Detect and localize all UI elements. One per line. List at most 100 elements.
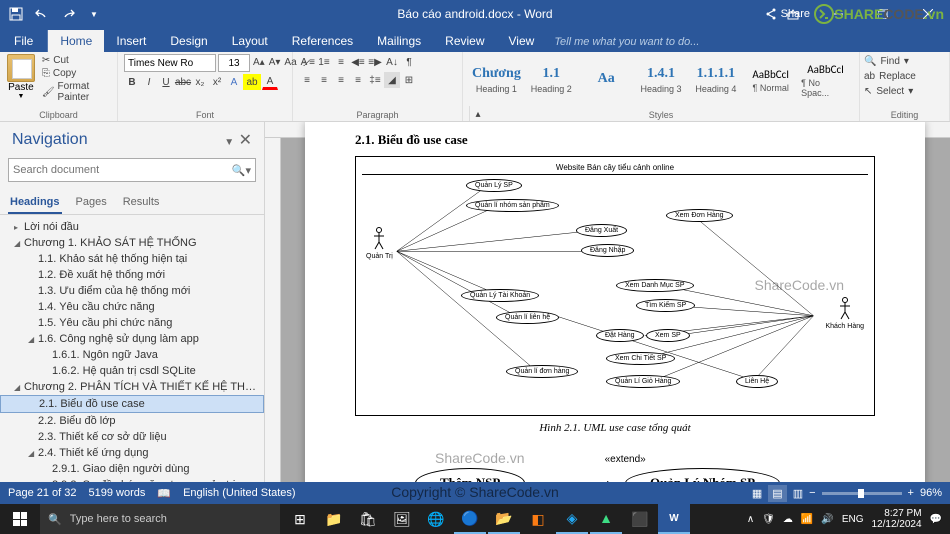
tab-design[interactable]: Design	[158, 30, 219, 52]
show-marks-button[interactable]: ¶	[401, 54, 417, 70]
tab-references[interactable]: References	[280, 30, 365, 52]
italic-button[interactable]: I	[141, 74, 157, 90]
qat-customize[interactable]: ▼	[82, 3, 106, 25]
nav-heading-item[interactable]: 1.6.1. Ngôn ngữ Java	[0, 347, 264, 363]
nav-heading-item[interactable]: 1.4. Yêu cầu chức năng	[0, 299, 264, 315]
tab-view[interactable]: View	[497, 30, 547, 52]
nav-tab-headings[interactable]: Headings	[8, 192, 62, 214]
increase-indent-button[interactable]: ≡▶	[367, 54, 383, 70]
style-¶-no-spac...[interactable]: AaBbCcI¶ No Spac...	[798, 54, 853, 106]
underline-button[interactable]: U	[158, 74, 174, 90]
nav-heading-item[interactable]: ◢2.4. Thiết kế ứng dụng	[0, 445, 264, 461]
taskbar-app-9[interactable]: ⬛	[624, 504, 656, 534]
read-mode-button[interactable]: ▦	[752, 487, 762, 500]
numbering-button[interactable]: 1≡	[316, 54, 332, 70]
style-heading-1[interactable]: ChươngHeading 1	[469, 54, 524, 106]
nav-close-button[interactable]: ✕	[239, 132, 252, 149]
format-painter-button[interactable]: 🖌Format Painter	[40, 80, 111, 104]
zoom-out-button[interactable]: −	[809, 487, 815, 499]
text-effects-button[interactable]: A	[226, 74, 242, 90]
nav-heading-item[interactable]: ▸Lời nói đầu	[0, 219, 264, 235]
bullets-button[interactable]: ⋮≡	[299, 54, 315, 70]
grow-font-button[interactable]: A▴	[252, 54, 266, 70]
superscript-button[interactable]: x²	[209, 74, 225, 90]
tell-me-search[interactable]: Tell me what you want to do...	[546, 32, 707, 52]
font-size-input[interactable]	[218, 54, 250, 72]
style-item[interactable]: Aa	[579, 54, 634, 106]
nav-heading-item[interactable]: ◢1.6. Công nghệ sử dụng làm app	[0, 331, 264, 347]
strike-button[interactable]: abc	[175, 74, 191, 90]
taskbar-android-studio[interactable]: ▲	[590, 504, 622, 534]
web-layout-button[interactable]: ▥	[793, 487, 803, 500]
taskbar-vscode[interactable]: ◈	[556, 504, 588, 534]
select-button[interactable]: ↖Select ▾	[862, 84, 947, 99]
subscript-button[interactable]: x₂	[192, 74, 208, 90]
page-status[interactable]: Page 21 of 32	[8, 487, 77, 500]
taskbar-xampp[interactable]: ◧	[522, 504, 554, 534]
nav-heading-item[interactable]: 1.6.2. Hệ quản trị csdl SQLite	[0, 363, 264, 379]
ribbon-options-button[interactable]	[770, 0, 815, 28]
nav-heading-item[interactable]: 2.3. Thiết kế cơ sở dữ liệu	[0, 429, 264, 445]
language-status[interactable]: English (United States)	[183, 487, 296, 500]
style-¶-normal[interactable]: AaBbCcI¶ Normal	[743, 54, 798, 106]
style-heading-3[interactable]: 1.4.1Heading 3	[634, 54, 689, 106]
copy-button[interactable]: ⎘Copy	[40, 67, 111, 80]
tray-wifi-icon[interactable]: 📶	[801, 514, 813, 525]
bold-button[interactable]: B	[124, 74, 140, 90]
highlight-button[interactable]: ab	[243, 74, 261, 90]
align-right-button[interactable]: ≡	[333, 72, 349, 88]
font-name-input[interactable]	[124, 54, 216, 72]
file-tab[interactable]: File	[0, 30, 48, 52]
search-icon[interactable]: 🔍▾	[232, 164, 251, 177]
taskbar-app-1[interactable]: 📁	[318, 504, 350, 534]
paste-button[interactable]: Paste ▼	[6, 54, 36, 108]
tab-layout[interactable]: Layout	[220, 30, 280, 52]
decrease-indent-button[interactable]: ◀≡	[350, 54, 366, 70]
tab-mailings[interactable]: Mailings	[365, 30, 433, 52]
tray-volume-icon[interactable]: 🔊	[821, 514, 833, 525]
justify-button[interactable]: ≡	[350, 72, 366, 88]
nav-tab-results[interactable]: Results	[121, 192, 162, 214]
align-left-button[interactable]: ≡	[299, 72, 315, 88]
tray-overflow[interactable]: ∧	[747, 514, 754, 525]
nav-heading-item[interactable]: 1.3. Ưu điểm của hệ thống mới	[0, 283, 264, 299]
nav-tree[interactable]: ▸Lời nói đầu◢Chương 1. KHẢO SÁT HỆ THỐNG…	[0, 215, 264, 502]
align-center-button[interactable]: ≡	[316, 72, 332, 88]
find-button[interactable]: 🔍Find ▾	[862, 54, 947, 69]
task-view-button[interactable]: ⊞	[284, 504, 316, 534]
multilevel-button[interactable]: ≡	[333, 54, 349, 70]
borders-button[interactable]: ⊞	[401, 72, 417, 88]
taskbar-word[interactable]: W	[658, 504, 690, 534]
taskbar-search[interactable]: 🔍Type here to search	[40, 504, 280, 534]
taskbar-explorer[interactable]: 📂	[488, 504, 520, 534]
tray-onedrive-icon[interactable]: ☁	[783, 514, 793, 525]
taskbar-app-3[interactable]: 🖼	[386, 504, 418, 534]
tray-security-icon[interactable]: 🛡	[762, 514, 775, 525]
undo-button[interactable]	[30, 3, 54, 25]
zoom-in-button[interactable]: +	[908, 487, 914, 499]
redo-button[interactable]	[56, 3, 80, 25]
nav-heading-item[interactable]: ◢Chương 2. PHÂN TÍCH VÀ THIẾT KẾ HỆ THỐN…	[0, 379, 264, 395]
taskbar-app-2[interactable]: 🛍	[352, 504, 384, 534]
tray-notifications[interactable]: 💬	[930, 514, 942, 525]
taskbar-edge[interactable]: 🌐	[420, 504, 452, 534]
tab-review[interactable]: Review	[433, 30, 496, 52]
nav-heading-item[interactable]: ◢Chương 1. KHẢO SÁT HỆ THỐNG	[0, 235, 264, 251]
nav-search-box[interactable]: 🔍▾	[8, 158, 256, 182]
nav-heading-item[interactable]: 2.9.1. Giao diện người dùng	[0, 461, 264, 477]
spell-check-icon[interactable]: 📖	[157, 487, 171, 500]
zoom-level[interactable]: 96%	[920, 487, 942, 499]
tab-insert[interactable]: Insert	[104, 30, 158, 52]
tray-clock[interactable]: 8:27 PM12/12/2024	[871, 508, 921, 530]
zoom-slider[interactable]	[822, 492, 902, 495]
sort-button[interactable]: A↓	[384, 54, 400, 70]
font-color-button[interactable]: A	[262, 74, 278, 90]
print-layout-button[interactable]: ▤	[768, 485, 786, 502]
cut-button[interactable]: ✂Cut	[40, 54, 111, 67]
nav-heading-item[interactable]: 1.5. Yêu cầu phi chức năng	[0, 315, 264, 331]
word-count[interactable]: 5199 words	[89, 487, 146, 500]
taskbar-chrome[interactable]: 🔵	[454, 504, 486, 534]
shading-button[interactable]: ◢	[384, 72, 400, 88]
vertical-ruler[interactable]	[265, 138, 281, 502]
nav-heading-item[interactable]: 2.1. Biểu đồ use case	[0, 395, 264, 413]
